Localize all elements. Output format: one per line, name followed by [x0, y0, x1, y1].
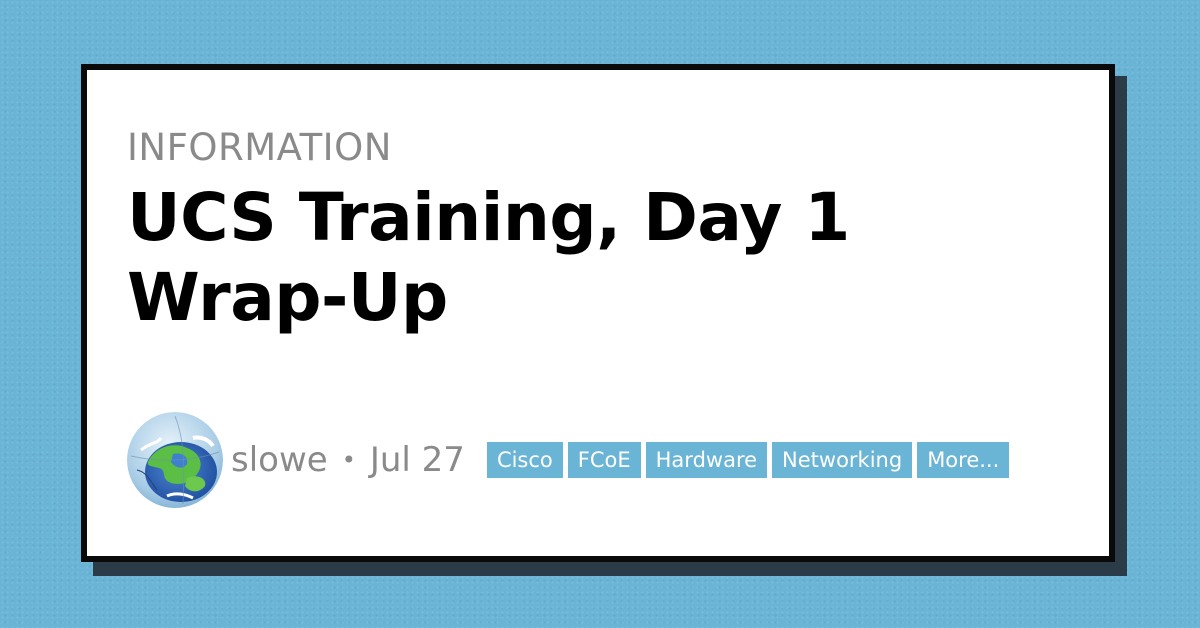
post-date: Jul 27: [369, 440, 465, 480]
tag-list: Cisco FCoE Hardware Networking More...: [486, 442, 1014, 478]
tag-hardware[interactable]: Hardware: [645, 442, 768, 478]
tag-cisco[interactable]: Cisco: [486, 442, 563, 478]
post-title-line-2: Wrap-Up: [127, 259, 448, 336]
post-card: INFORMATION UCS Training, Day 1 Wrap-Up: [81, 64, 1115, 562]
globe-avatar-icon: [127, 412, 223, 508]
tag-more[interactable]: More...: [917, 442, 1010, 478]
author-avatar[interactable]: [127, 412, 223, 508]
post-category: INFORMATION: [127, 126, 392, 169]
byline-separator: •: [341, 446, 356, 474]
author-name[interactable]: slowe: [231, 440, 328, 480]
byline: slowe • Jul 27 Cisco FCoE Hardware Netwo…: [127, 412, 1014, 508]
post-title-line-1: UCS Training, Day 1: [127, 179, 850, 256]
post-title: UCS Training, Day 1 Wrap-Up: [127, 178, 1027, 338]
tag-networking[interactable]: Networking: [772, 442, 913, 478]
tag-fcoe[interactable]: FCoE: [567, 442, 641, 478]
